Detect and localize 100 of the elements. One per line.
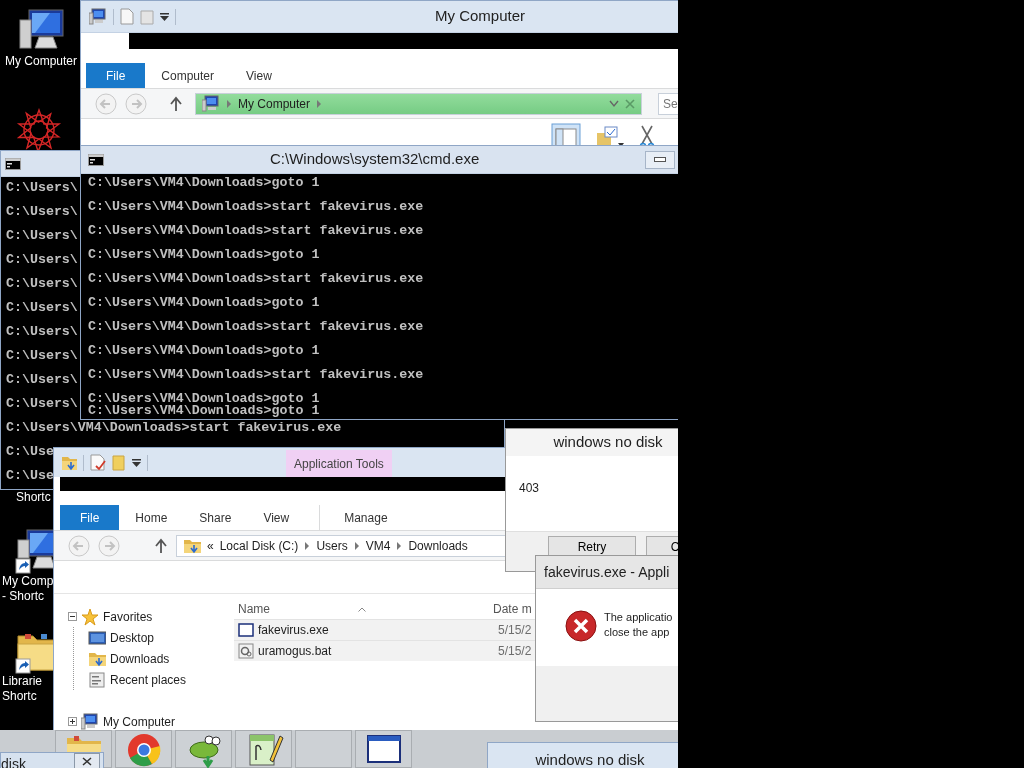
chevron-icon (226, 99, 232, 108)
properties-icon[interactable] (595, 125, 625, 146)
console-line: C:\Users\ (6, 254, 78, 266)
taskbar-button[interactable] (175, 730, 232, 768)
error-icon (565, 610, 597, 642)
console-icon[interactable] (88, 153, 104, 166)
breadcrumb-item[interactable]: Local Disk (C:) (219, 536, 299, 555)
icon-label: Shortc (16, 490, 51, 505)
computer-icon (81, 712, 99, 731)
dialog-message: 403 (518, 480, 541, 497)
overflow-chevron[interactable]: « (207, 536, 214, 555)
console-line: C:\Users\VM4\Downloads>start fakevirus.exe (88, 273, 424, 285)
dialog-button[interactable]: Retry (548, 536, 636, 558)
ribbon-tab[interactable]: Computer (145, 63, 231, 88)
console-line: C:\Users\VM4\Downloads>goto 1 (88, 393, 320, 405)
file-menu-tab[interactable]: File (86, 63, 146, 88)
console-line: C:\Users\ (6, 302, 78, 314)
message-text: close the app (604, 625, 671, 640)
nav-item[interactable]: Favorites (103, 607, 153, 626)
column-header[interactable]: Date m (493, 600, 532, 618)
window-title: C:\Windows\system32\cmd.exe (270, 149, 480, 170)
icon-label: Shortc (2, 689, 37, 704)
console-line: C:\Users\ (6, 278, 78, 290)
dialog-title: fakevirus.exe - Appli (536, 556, 678, 589)
ribbon-tab[interactable]: View (247, 505, 306, 530)
console-line: C:\Users\ (6, 374, 78, 386)
context-tab-label: Application Tools (286, 450, 392, 477)
console-line: C:\Users\ (6, 230, 78, 242)
dropdown-caret-icon[interactable] (160, 12, 169, 21)
breadcrumb-item[interactable]: Users (316, 536, 348, 555)
breadcrumb-item[interactable]: VM4 (365, 536, 391, 555)
column-header[interactable]: Name (234, 600, 358, 618)
chevron-icon (353, 541, 360, 550)
nav-item[interactable]: Downloads (110, 649, 170, 668)
dropdown-caret-icon[interactable] (132, 458, 141, 467)
close-button[interactable] (74, 753, 100, 768)
console-icon[interactable] (5, 157, 21, 170)
taskbar-button[interactable] (235, 730, 292, 768)
console-line: C:\Users\VM4\Downloads>goto 1 (88, 249, 320, 261)
ribbon-tab[interactable]: View (230, 63, 288, 88)
console-line: C:\Users\VM4\Downloads>start fakevirus.exe (88, 225, 424, 237)
up-arrow-icon[interactable] (169, 95, 183, 112)
file-date: 5/15/2 (498, 622, 532, 639)
console-line: C:\Users\VM4\Downloads>start fakevirus.exe (88, 201, 424, 213)
window-title: windows no disk (535, 750, 645, 768)
console-line: C:\Users\VM4\Downloads>start fakevirus.exe (6, 422, 342, 434)
console-line: C:\Use (6, 470, 54, 482)
icon-label: My Comp (2, 574, 54, 589)
sort-caret-icon (358, 606, 366, 612)
file-date: 5/15/2 (498, 643, 532, 660)
computer-icon (202, 95, 220, 112)
console-line: C:\Users\ (6, 206, 78, 218)
file-menu-tab[interactable]: File (60, 505, 120, 530)
console-line: C:\Users\VM4\Downloads>goto 1 (88, 297, 320, 309)
layout-icon[interactable] (551, 123, 581, 146)
nav-item[interactable]: My Computer (103, 712, 176, 731)
nav-item[interactable]: Desktop (110, 628, 155, 647)
expander-icon[interactable] (68, 717, 77, 726)
document-icon[interactable] (90, 454, 106, 471)
ribbon-tab[interactable]: Share (183, 505, 248, 530)
desktop-icon (88, 628, 106, 647)
console-line: C:\Use (6, 446, 54, 458)
address-bar[interactable]: My Computer (195, 92, 642, 115)
minimize-button[interactable] (645, 150, 675, 169)
console-line: C:\Users\VM4\Downloads>start fakevirus.exe (88, 369, 424, 381)
up-arrow-icon[interactable] (154, 537, 168, 554)
file-name[interactable]: fakevirus.exe (258, 621, 329, 639)
computer-icon[interactable] (89, 8, 107, 25)
console-line: C:\Users\VM4\Downloads>goto 1 (88, 177, 320, 189)
expander-icon[interactable] (68, 612, 77, 621)
nav-item[interactable]: Recent places (110, 670, 187, 689)
file-name[interactable]: uramogus.bat (258, 642, 332, 660)
folder-download-icon (183, 537, 201, 554)
search-field[interactable]: Se (658, 92, 678, 115)
application-icon (238, 622, 254, 638)
console-line: C:\Users\VM4\Downloads>goto 1 (88, 345, 320, 357)
console-line: C:\Users\ (6, 350, 78, 362)
breadcrumb-item[interactable]: My Computer (238, 94, 311, 113)
chevron-icon (396, 541, 403, 550)
icon-label: Librarie (2, 674, 43, 689)
star-icon (81, 607, 99, 626)
message-text: The applicatio (604, 610, 673, 625)
console-line: C:\Users\VM4\Downloads>start fakevirus.exe (88, 321, 424, 333)
minimize-icon (654, 157, 666, 162)
folder-download-icon[interactable] (61, 454, 77, 471)
icon-label: My Computer (5, 54, 77, 69)
scissors-icon[interactable] (639, 125, 655, 146)
window-title: My Computer (435, 6, 525, 27)
console-line: C:\Users\ (6, 182, 78, 194)
dropdown-chevron-icon[interactable] (609, 99, 619, 108)
icon-label: - Shortc (2, 589, 44, 604)
chevron-icon (316, 99, 323, 108)
console-line: C:\Users\ (6, 398, 78, 410)
console-line: C:\Users\ (6, 326, 78, 338)
close-icon (82, 757, 92, 766)
breadcrumb-item[interactable]: Downloads (408, 536, 468, 555)
ribbon-tab[interactable]: Home (119, 505, 184, 530)
dialog-button[interactable]: C (646, 536, 678, 558)
console-line: C:\Users\VM4\Downloads>goto 1 (88, 405, 320, 417)
taskbar-button[interactable] (355, 730, 412, 768)
